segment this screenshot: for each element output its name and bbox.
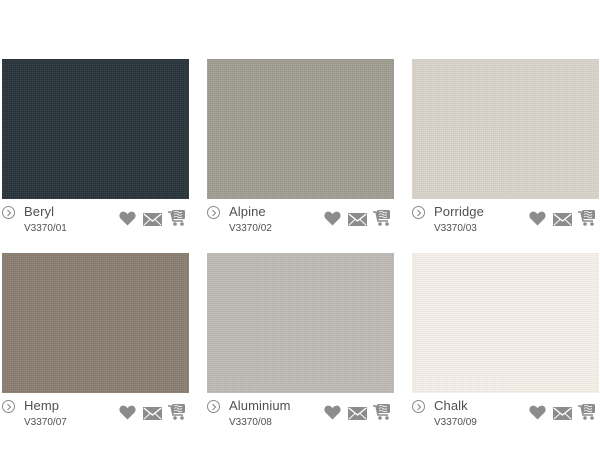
swatch-image[interactable] xyxy=(2,59,189,199)
swatch-info: Aluminium V3370/08 xyxy=(207,398,395,433)
heart-icon[interactable] xyxy=(324,405,341,420)
mail-icon[interactable] xyxy=(143,407,162,420)
mail-icon[interactable] xyxy=(348,213,367,226)
chevron-right-icon xyxy=(417,209,422,217)
swatch-card-aluminium: Aluminium V3370/08 xyxy=(207,253,395,435)
chevron-right-icon xyxy=(417,403,422,411)
heart-icon[interactable] xyxy=(324,211,341,226)
swatch-code: V3370/03 xyxy=(434,223,477,234)
details-button[interactable] xyxy=(2,206,15,219)
swatch-image[interactable] xyxy=(2,253,189,393)
swatch-name[interactable]: Chalk xyxy=(434,398,468,413)
swatch-code: V3370/07 xyxy=(24,417,67,428)
details-button[interactable] xyxy=(2,400,15,413)
fabric-sample-cart-icon[interactable] xyxy=(167,209,189,227)
swatch-code: V3370/09 xyxy=(434,417,477,428)
heart-icon[interactable] xyxy=(529,211,546,226)
swatch-actions xyxy=(119,207,190,229)
swatch-name[interactable]: Beryl xyxy=(24,204,54,219)
details-button[interactable] xyxy=(412,400,425,413)
swatch-image[interactable] xyxy=(207,253,394,393)
swatch-actions xyxy=(324,207,395,229)
chevron-right-icon xyxy=(212,209,217,217)
swatch-card-alpine: Alpine V3370/02 xyxy=(207,59,395,241)
swatch-actions xyxy=(529,207,600,229)
swatch-actions xyxy=(119,401,190,423)
heart-icon[interactable] xyxy=(529,405,546,420)
swatch-code: V3370/01 xyxy=(24,223,67,234)
fabric-sample-cart-icon[interactable] xyxy=(577,209,599,227)
mail-icon[interactable] xyxy=(348,407,367,420)
details-button[interactable] xyxy=(207,206,220,219)
swatch-actions xyxy=(529,401,600,423)
swatch-card-hemp: Hemp V3370/07 xyxy=(2,253,190,435)
swatch-info: Alpine V3370/02 xyxy=(207,204,395,239)
swatch-image[interactable] xyxy=(207,59,394,199)
swatch-card-beryl: Beryl V3370/01 xyxy=(2,59,190,241)
swatch-info: Porridge V3370/03 xyxy=(412,204,600,239)
mail-icon[interactable] xyxy=(143,213,162,226)
swatch-info: Hemp V3370/07 xyxy=(2,398,190,433)
heart-icon[interactable] xyxy=(119,211,136,226)
swatch-grid: Beryl V3370/01 Alpine V3370/02 Porridge … xyxy=(2,59,600,439)
chevron-right-icon xyxy=(212,403,217,411)
swatch-info: Chalk V3370/09 xyxy=(412,398,600,433)
fabric-sample-cart-icon[interactable] xyxy=(372,403,394,421)
swatch-name[interactable]: Alpine xyxy=(229,204,266,219)
fabric-sample-cart-icon[interactable] xyxy=(372,209,394,227)
swatch-code: V3370/08 xyxy=(229,417,272,428)
chevron-right-icon xyxy=(7,209,12,217)
swatch-image[interactable] xyxy=(412,59,599,199)
swatch-info: Beryl V3370/01 xyxy=(2,204,190,239)
swatch-card-chalk: Chalk V3370/09 xyxy=(412,253,600,435)
swatch-image[interactable] xyxy=(412,253,599,393)
chevron-right-icon xyxy=(7,403,12,411)
swatch-name[interactable]: Aluminium xyxy=(229,398,291,413)
swatch-code: V3370/02 xyxy=(229,223,272,234)
heart-icon[interactable] xyxy=(119,405,136,420)
swatch-card-porridge: Porridge V3370/03 xyxy=(412,59,600,241)
details-button[interactable] xyxy=(207,400,220,413)
fabric-sample-cart-icon[interactable] xyxy=(167,403,189,421)
swatch-actions xyxy=(324,401,395,423)
fabric-sample-cart-icon[interactable] xyxy=(577,403,599,421)
mail-icon[interactable] xyxy=(553,213,572,226)
swatch-name[interactable]: Hemp xyxy=(24,398,59,413)
mail-icon[interactable] xyxy=(553,407,572,420)
details-button[interactable] xyxy=(412,206,425,219)
swatch-name[interactable]: Porridge xyxy=(434,204,484,219)
